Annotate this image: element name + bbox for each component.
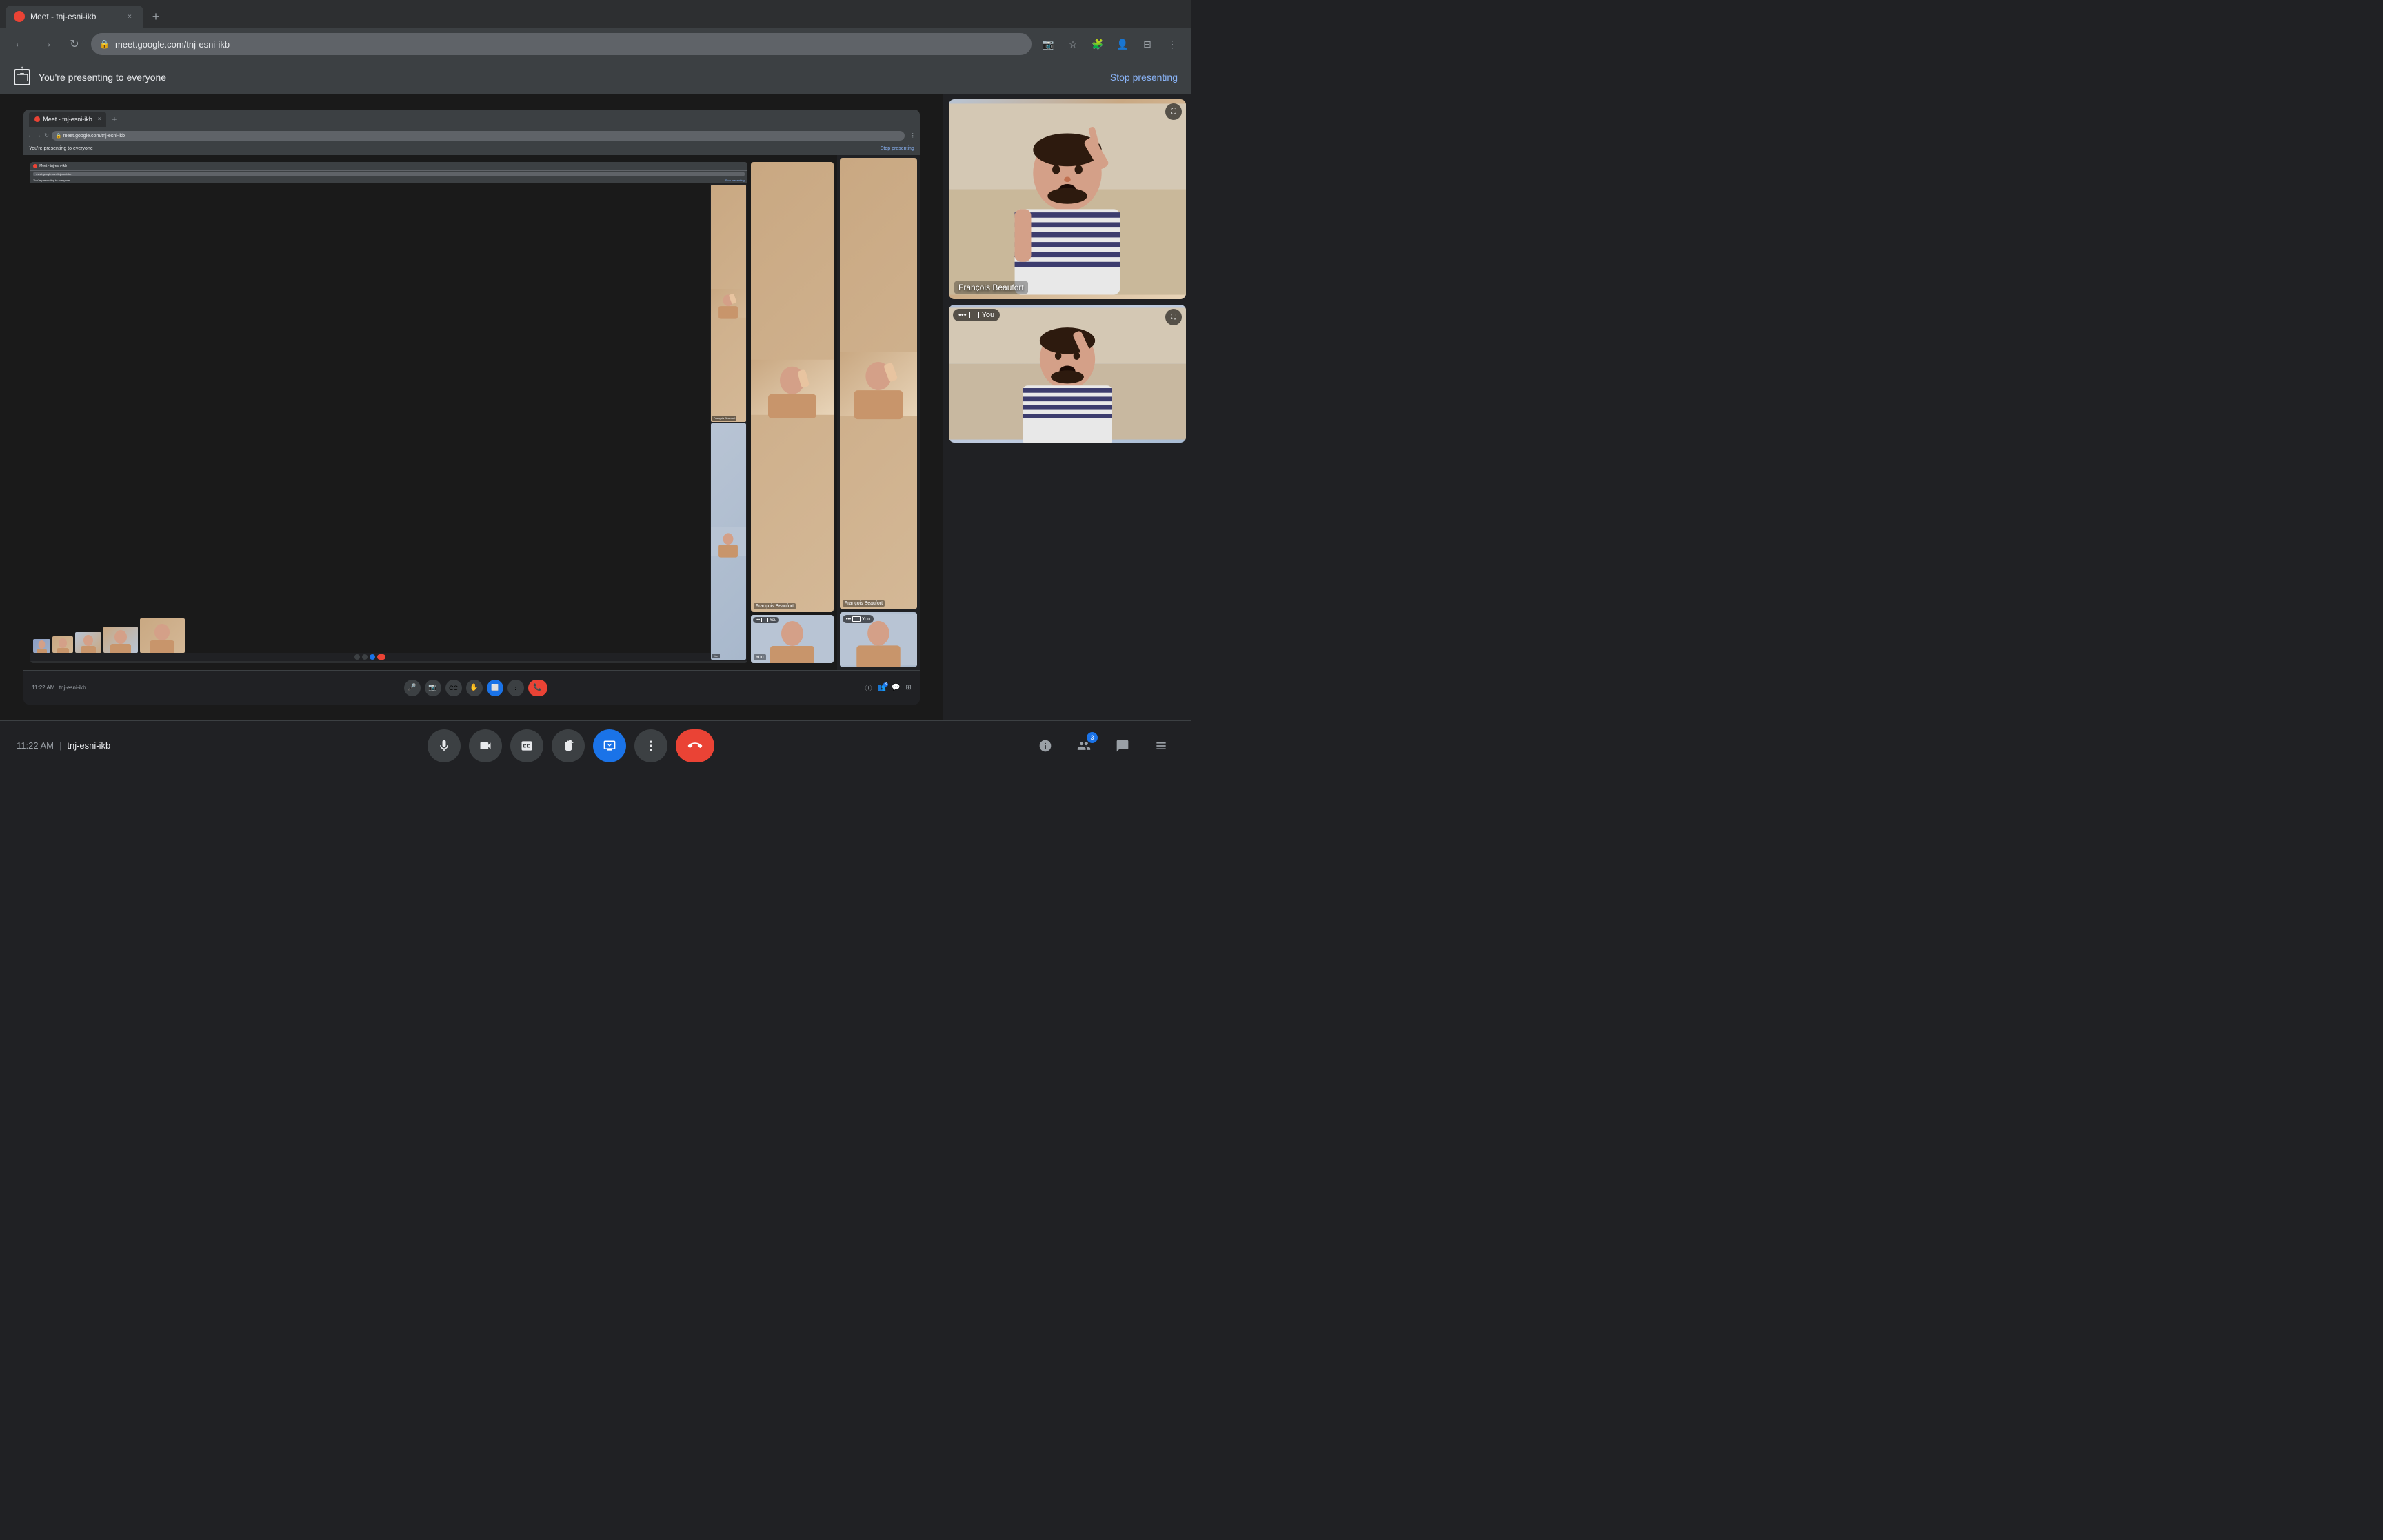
tab-close-button[interactable]: × xyxy=(124,11,135,22)
meet-content: You're presenting to everyone Stop prese… xyxy=(0,61,1192,770)
browser-toolbar: ← → ↻ 🔒 meet.google.com/tnj-esni-ikb 📷 ☆… xyxy=(0,28,1192,61)
nested-browser-chrome: Meet - tnj-esni-ikb × + xyxy=(23,110,920,129)
toolbar-actions: 📷 ☆ 🧩 👤 ⊟ ⋮ xyxy=(1037,33,1183,55)
split-view-button[interactable]: ⊟ xyxy=(1136,33,1158,55)
profile-button[interactable]: 👤 xyxy=(1112,33,1134,55)
banner-left: You're presenting to everyone xyxy=(14,69,166,85)
address-bar[interactable]: 🔒 meet.google.com/tnj-esni-ikb xyxy=(91,33,1032,55)
participants-sidebar: François Beaufort ⛶ xyxy=(943,94,1192,720)
url-text: meet.google.com/tnj-esni-ikb xyxy=(115,39,230,50)
present-screen-icon xyxy=(14,69,30,85)
participant-video-controls: ⛶ xyxy=(1165,103,1182,120)
reload-button[interactable]: ↻ xyxy=(63,33,86,55)
meeting-time: 11:22 AM xyxy=(17,740,54,751)
bookmark-button[interactable]: ☆ xyxy=(1062,33,1084,55)
main-area: Meet - tnj-esni-ikb × + ← → ↻ 🔒 meet.goo… xyxy=(0,94,1192,720)
nested-reload: ↻ xyxy=(44,132,49,139)
nested-toolbar: ← → ↻ 🔒 meet.google.com/tnj-esni-ikb ⋮ xyxy=(23,129,920,143)
presentation-banner: You're presenting to everyone Stop prese… xyxy=(0,61,1192,94)
camera-button[interactable] xyxy=(469,729,502,762)
you-label-top: You xyxy=(982,311,995,319)
activities-button[interactable] xyxy=(1147,732,1175,760)
nested-tab-title: Meet - tnj-esni-ikb xyxy=(43,116,92,123)
you-label-nested: You xyxy=(862,617,870,622)
raise-hand-button[interactable] xyxy=(552,729,585,762)
participant-name-francois-1: François Beaufort xyxy=(954,281,1028,294)
you-video-top-controls: ••• You xyxy=(953,309,1000,321)
more-options-button[interactable] xyxy=(634,729,667,762)
people-count-badge: 3 xyxy=(1087,732,1098,743)
bottom-controls xyxy=(428,729,714,762)
screen-preview-frame: Meet - tnj-esni-ikb × + ← → ↻ 🔒 meet.goo… xyxy=(23,110,920,705)
stop-presenting-button[interactable]: Stop presenting xyxy=(1110,72,1178,83)
more-options-pill[interactable]: ••• You xyxy=(953,309,1000,321)
lock-icon: 🔒 xyxy=(99,39,110,49)
nested-more: ⋮ xyxy=(910,132,916,139)
nested-fwd: → xyxy=(36,132,41,139)
people-button[interactable]: 3 xyxy=(1070,732,1098,760)
cast-button[interactable]: 📷 xyxy=(1037,33,1059,55)
info-button[interactable] xyxy=(1032,732,1059,760)
browser-chrome: Meet - tnj-esni-ikb × + ← → ↻ 🔒 meet.goo… xyxy=(0,0,1192,61)
you-video-controls: ⛶ xyxy=(1165,309,1182,325)
nested-tab-close: × xyxy=(98,116,101,122)
active-tab[interactable]: Meet - tnj-esni-ikb × xyxy=(6,6,143,28)
nested-meet-content: You're presenting to everyone Stop prese… xyxy=(23,143,920,705)
expand-you-video-button[interactable]: ⛶ xyxy=(1165,309,1182,325)
extensions-button[interactable]: 🧩 xyxy=(1087,33,1109,55)
nested-back: ← xyxy=(28,132,33,139)
nested-tab-favicon xyxy=(34,116,40,122)
nested-address: 🔒 meet.google.com/tnj-esni-ikb xyxy=(52,131,905,141)
nested-banner-msg: You're presenting to everyone xyxy=(29,146,93,151)
nested-tab: Meet - tnj-esni-ikb × xyxy=(29,112,106,127)
nested-url: 🔒 meet.google.com/tnj-esni-ikb xyxy=(56,133,125,139)
menu-button[interactable]: ⋮ xyxy=(1161,33,1183,55)
meeting-divider: | xyxy=(59,740,61,751)
browser-tabs: Meet - tnj-esni-ikb × + xyxy=(0,0,1192,28)
meeting-info: 11:22 AM | tnj-esni-ikb xyxy=(17,740,110,751)
tab-title: Meet - tnj-esni-ikb xyxy=(30,12,119,21)
expand-video-button[interactable]: ⛶ xyxy=(1165,103,1182,120)
presenting-message: You're presenting to everyone xyxy=(39,72,166,83)
bottom-right-actions: 3 xyxy=(1032,732,1175,760)
screen-share-area: Meet - tnj-esni-ikb × + ← → ↻ 🔒 meet.goo… xyxy=(0,94,943,720)
tab-favicon xyxy=(14,11,25,22)
bottom-bar: 11:22 AM | tnj-esni-ikb xyxy=(0,720,1192,770)
nested-browser: Meet - tnj-esni-ikb × + ← → ↻ 🔒 meet.goo… xyxy=(23,110,920,705)
participant-video-you: ••• You ⛶ xyxy=(949,305,1186,443)
participant-video-francois-large: François Beaufort ⛶ xyxy=(949,99,1186,299)
present-screen-button[interactable] xyxy=(593,729,626,762)
back-button[interactable]: ← xyxy=(8,33,30,55)
microphone-button[interactable] xyxy=(428,729,461,762)
forward-button[interactable]: → xyxy=(36,33,58,55)
chat-button[interactable] xyxy=(1109,732,1136,760)
nested-new-tab: + xyxy=(112,114,117,124)
nested-stop-btn: Stop presenting xyxy=(881,146,914,151)
nested-banner: You're presenting to everyone Stop prese… xyxy=(23,143,920,155)
meeting-id: tnj-esni-ikb xyxy=(67,740,110,751)
captions-button[interactable] xyxy=(510,729,543,762)
end-call-button[interactable] xyxy=(676,729,714,762)
new-tab-button[interactable]: + xyxy=(146,7,165,26)
